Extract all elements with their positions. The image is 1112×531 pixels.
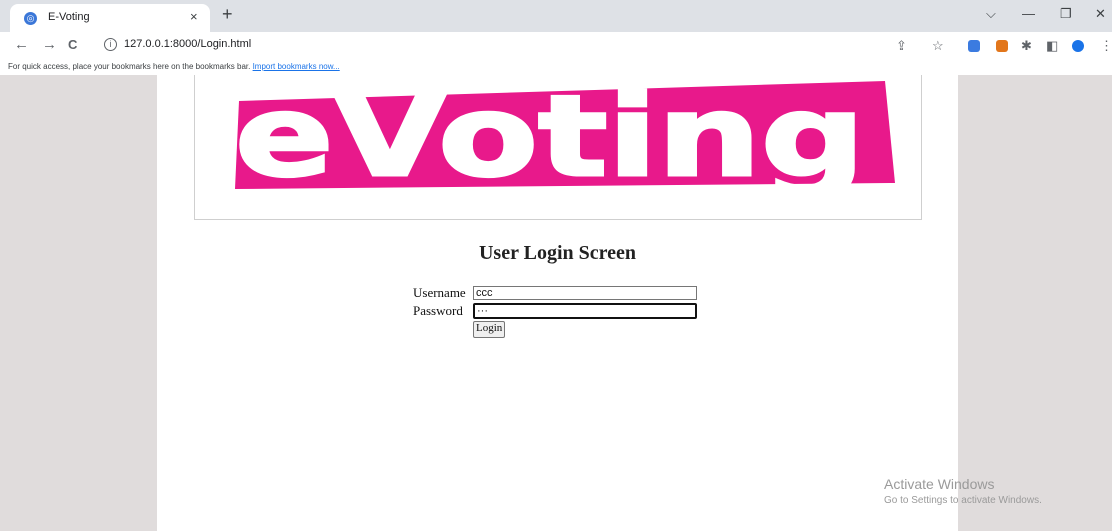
adblock-extension-icon[interactable] [968, 40, 980, 52]
metamask-extension-icon[interactable] [996, 40, 1008, 52]
browser-toolbar: ← → C i 127.0.0.1:8000/Login.html ⇪ ☆ ✱ … [0, 32, 1112, 59]
bookmark-star-icon[interactable]: ☆ [932, 38, 944, 54]
password-label: Password [413, 303, 463, 318]
login-title: User Login Screen [478, 242, 637, 264]
tab-title: E-Voting [48, 11, 90, 23]
shield-extension-icon[interactable] [1072, 40, 1084, 52]
back-button[interactable]: ← [14, 36, 29, 53]
share-icon[interactable]: ⇪ [896, 38, 907, 54]
forward-button[interactable]: → [42, 36, 57, 53]
side-panel-icon[interactable]: ◧ [1046, 38, 1058, 54]
extensions-puzzle-icon[interactable]: ✱ [1021, 38, 1032, 54]
url-text[interactable]: 127.0.0.1:8000/Login.html [124, 38, 251, 50]
password-input[interactable]: ··· [473, 303, 697, 319]
page-content: eVoting User Login Screen Username ccc P… [157, 75, 958, 531]
tab-strip: ◎ E-Voting × + ⌵ — ❐ ✕ [0, 0, 1112, 32]
bookmarks-bar-message: For quick access, place your bookmarks h… [8, 62, 340, 71]
menu-icon[interactable]: ⋮ [1100, 38, 1112, 54]
bookmarks-bar-text: For quick access, place your bookmarks h… [8, 62, 251, 71]
info-icon[interactable]: i [104, 38, 117, 51]
globe-icon: ◎ [24, 12, 37, 25]
evoting-banner: eVoting [194, 75, 922, 220]
username-input[interactable]: ccc [473, 286, 697, 300]
import-bookmarks-link[interactable]: Import bookmarks now... [253, 62, 340, 71]
activate-windows-watermark: Activate Windows Go to Settings to activ… [884, 476, 1042, 506]
login-button[interactable]: Login [473, 321, 506, 338]
minimize-button[interactable]: — [1022, 6, 1035, 21]
username-label: Username [413, 285, 466, 300]
new-tab-button[interactable]: + [222, 4, 233, 25]
bookmarks-bar: For quick access, place your bookmarks h… [0, 59, 1112, 75]
close-tab-icon[interactable]: × [190, 9, 198, 24]
restore-button[interactable]: ❐ [1060, 6, 1072, 22]
watermark-title: Activate Windows [884, 476, 995, 492]
banner-text: eVoting [235, 75, 865, 202]
evoting-logo: eVoting [234, 75, 895, 204]
tab-search-icon[interactable]: ⌵ [986, 6, 996, 22]
close-window-button[interactable]: ✕ [1095, 6, 1106, 22]
tab-evoting[interactable]: ◎ E-Voting × [10, 4, 210, 32]
address-bar[interactable]: i 127.0.0.1:8000/Login.html [92, 34, 952, 56]
reload-button[interactable]: C [68, 37, 77, 52]
watermark-subtitle: Go to Settings to activate Windows. [884, 495, 1042, 506]
